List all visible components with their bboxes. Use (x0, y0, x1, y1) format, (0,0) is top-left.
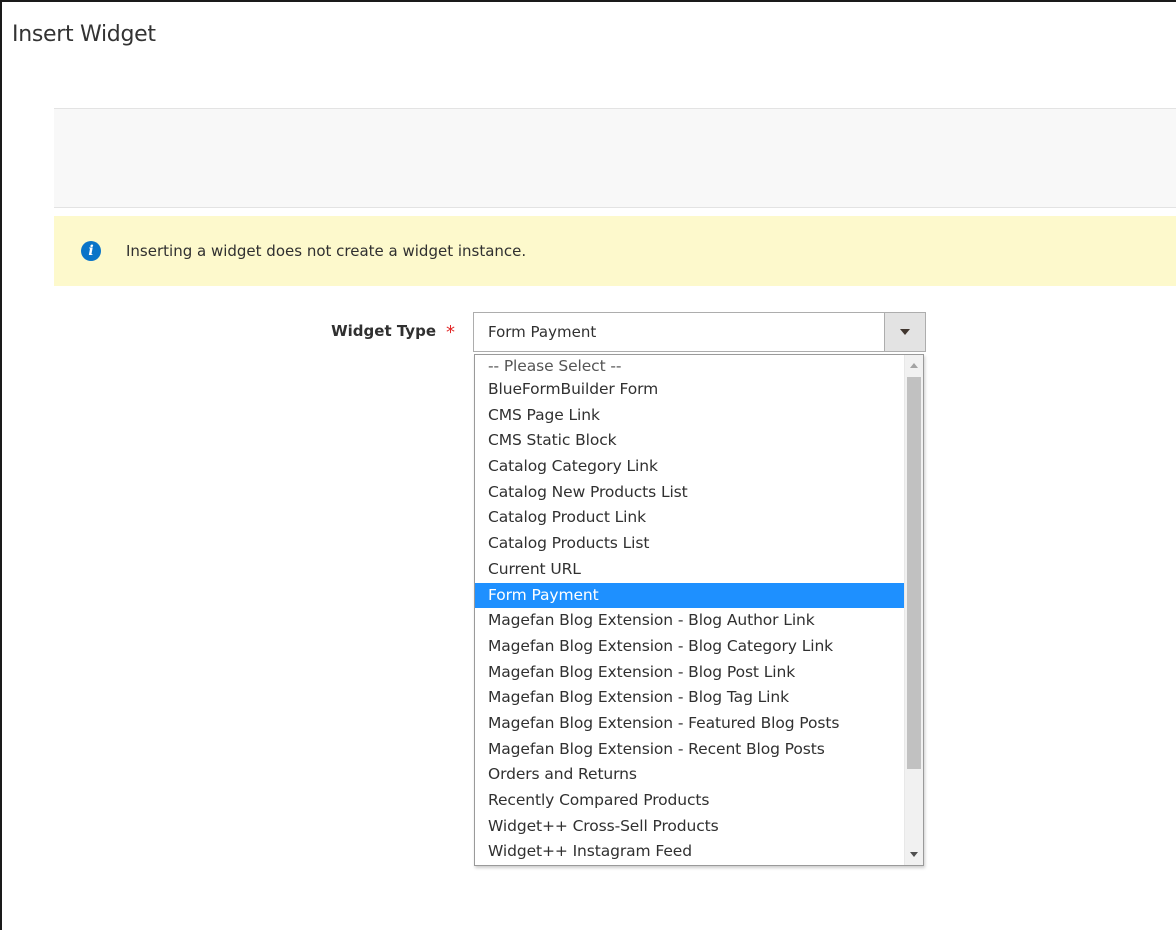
dropdown-option[interactable]: CMS Static Block (475, 428, 905, 454)
dropdown-option[interactable]: Recently Compared Products (475, 788, 905, 814)
dropdown-option[interactable]: Catalog Products List (475, 531, 905, 557)
dropdown-option[interactable]: Magefan Blog Extension - Featured Blog P… (475, 711, 905, 737)
dropdown-option[interactable]: Magefan Blog Extension - Blog Tag Link (475, 685, 905, 711)
dropdown-option[interactable]: Catalog Category Link (475, 454, 905, 480)
modal-title: Insert Widget (12, 22, 156, 47)
widget-type-dropdown-list[interactable]: -- Please Select -- BlueFormBuilder Form C… (474, 354, 924, 866)
dropdown-option[interactable]: Magefan Blog Extension - Blog Category L… (475, 634, 905, 660)
dropdown-options: -- Please Select -- BlueFormBuilder Form C… (475, 355, 905, 865)
notice-message-text: Inserting a widget does not create a wid… (126, 242, 527, 260)
scroll-up-arrow-icon[interactable] (910, 363, 918, 368)
dropdown-option[interactable]: Magefan Blog Extension - Recent Blog Pos… (475, 737, 905, 763)
dropdown-option[interactable]: Catalog New Products List (475, 480, 905, 506)
dropdown-option[interactable]: CMS Page Link (475, 403, 905, 429)
required-indicator: * (446, 322, 455, 343)
page-actions-bar (54, 108, 1176, 208)
dropdown-option[interactable]: Form Payment (475, 582, 905, 609)
dropdown-scrollbar[interactable] (904, 355, 923, 865)
info-icon: i (81, 241, 101, 261)
widget-type-select[interactable]: Form Payment (473, 312, 926, 352)
dropdown-option[interactable]: Widget++ Instagram Feed (475, 839, 905, 865)
dropdown-option[interactable]: Magefan Blog Extension - Blog Author Lin… (475, 608, 905, 634)
scrollbar-thumb[interactable] (907, 377, 921, 769)
dropdown-option[interactable]: Magefan Blog Extension - Blog Post Link (475, 660, 905, 686)
dropdown-option[interactable]: BlueFormBuilder Form (475, 377, 905, 403)
select-toggle[interactable] (884, 313, 925, 351)
dropdown-option[interactable]: Widget++ Cross-Sell Products (475, 814, 905, 840)
notice-message: i Inserting a widget does not create a w… (54, 216, 1176, 286)
insert-widget-modal: Insert Widget i Inserting a widget does … (0, 0, 1176, 930)
widget-type-label: Widget Type (331, 322, 436, 340)
dropdown-option[interactable]: -- Please Select -- (475, 355, 905, 377)
chevron-down-icon (900, 329, 910, 335)
widget-type-selected-value: Form Payment (488, 323, 597, 341)
dropdown-option[interactable]: Current URL (475, 557, 905, 583)
dropdown-option[interactable]: Orders and Returns (475, 762, 905, 788)
dropdown-option[interactable]: Catalog Product Link (475, 505, 905, 531)
scroll-down-arrow-icon[interactable] (910, 852, 918, 857)
